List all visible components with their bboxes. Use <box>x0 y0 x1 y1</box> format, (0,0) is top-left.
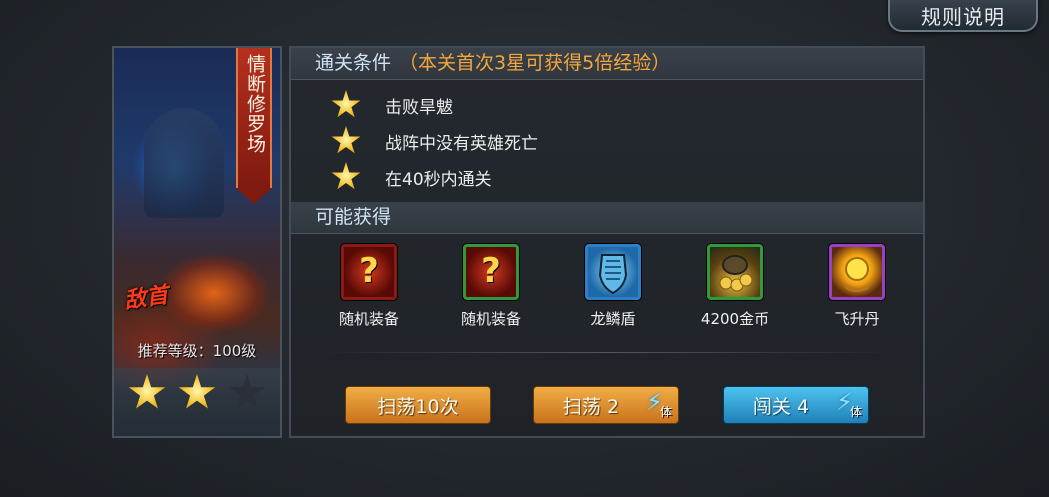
stamina-label: 体 <box>849 405 862 419</box>
reward-item[interactable]: 4200金币 <box>685 244 785 329</box>
stamina-cost: ⚡ 体 <box>834 388 862 420</box>
reward-label: 龙鳞盾 <box>590 310 636 328</box>
stage-name: 情断修罗场 <box>244 54 266 154</box>
ascension-pill-icon <box>829 244 885 300</box>
stage-name-ribbon: 情断修罗场 <box>236 48 272 204</box>
sweep-label: 扫荡 2 <box>562 395 620 418</box>
star-icon <box>331 162 361 190</box>
clear-conditions-title: 通关条件 <box>315 52 392 74</box>
reward-label: 飞升丹 <box>834 310 880 328</box>
rewards-title: 可能获得 <box>315 206 392 228</box>
recommended-level: 推荐等级：100级 <box>137 342 257 360</box>
condition-text: 在40秒内通关 <box>385 169 492 190</box>
reward-item[interactable]: ? 随机装备 <box>441 244 541 329</box>
sweep-10-button[interactable]: 扫荡10次 <box>345 386 491 424</box>
stamina-cost: ⚡ 体 <box>644 388 672 420</box>
bonus-note: （本关首次3星可获得5倍经验） <box>399 52 671 74</box>
stage-artwork <box>144 108 224 218</box>
sweep-10-label: 扫荡10次 <box>377 395 459 418</box>
stamina-label: 体 <box>659 405 672 419</box>
divider <box>321 352 893 353</box>
boss-tag: 敌首 <box>122 282 170 314</box>
empty-star-icon <box>228 374 266 409</box>
stage-stars <box>114 368 280 418</box>
challenge-label: 闯关 4 <box>752 395 810 418</box>
condition-item: 击败旱魃 <box>331 90 453 120</box>
gold-coins-icon <box>707 244 763 300</box>
condition-item: 在40秒内通关 <box>331 162 492 192</box>
random-equipment-icon: ? <box>463 244 519 300</box>
dragon-scale-shield-icon <box>585 244 641 300</box>
reward-label: 4200金币 <box>700 310 770 328</box>
random-equipment-icon: ? <box>341 244 397 300</box>
star-icon <box>178 374 216 409</box>
star-icon <box>128 374 166 409</box>
clear-conditions-header: 通关条件 （本关首次3星可获得5倍经验） <box>291 48 923 80</box>
condition-item: 战阵中没有英雄死亡 <box>331 126 538 156</box>
reward-item[interactable]: 龙鳞盾 <box>563 244 663 329</box>
condition-text: 击败旱魃 <box>385 97 453 118</box>
condition-text: 战阵中没有英雄死亡 <box>385 133 538 154</box>
reward-item[interactable]: ? 随机装备 <box>319 244 419 329</box>
rules-button[interactable]: 规则说明 <box>888 0 1038 32</box>
stage-details-panel: 通关条件 （本关首次3星可获得5倍经验） 击败旱魃 战阵中没有英雄死亡 在40秒内… <box>289 46 925 438</box>
sweep-button[interactable]: 扫荡 2 ⚡ 体 <box>533 386 679 424</box>
rewards-header: 可能获得 <box>291 202 923 234</box>
stage-card: 情断修罗场 敌首 推荐等级：100级 <box>112 46 282 438</box>
challenge-button[interactable]: 闯关 4 ⚡ 体 <box>723 386 869 424</box>
star-icon <box>331 90 361 118</box>
reward-label: 随机装备 <box>460 310 521 328</box>
star-icon <box>331 126 361 154</box>
reward-label: 随机装备 <box>338 310 399 328</box>
reward-item[interactable]: 飞升丹 <box>807 244 907 329</box>
